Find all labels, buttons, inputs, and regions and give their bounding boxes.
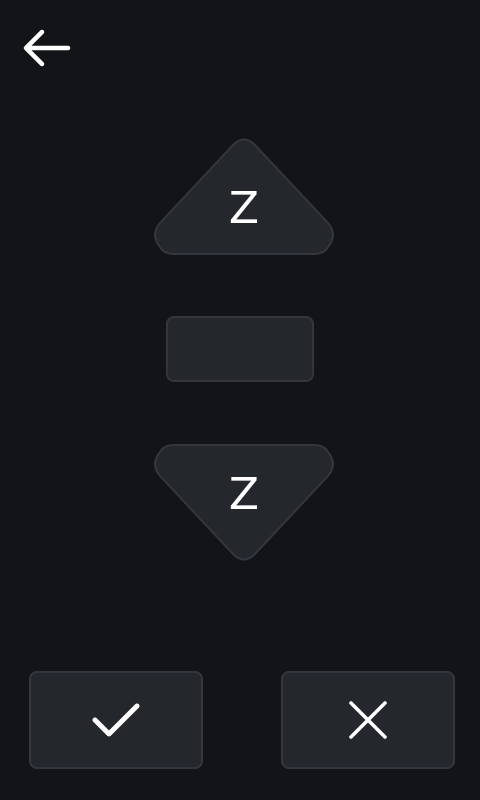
close-icon	[349, 701, 387, 739]
z-down-label: Z	[228, 469, 260, 520]
back-button[interactable]	[18, 24, 74, 72]
cancel-button[interactable]	[281, 671, 455, 769]
z-up-label: Z	[228, 183, 260, 234]
check-icon	[92, 703, 140, 737]
arrow-left-icon	[23, 29, 71, 67]
z-down-button[interactable]: Z	[150, 441, 338, 563]
z-up-button[interactable]: Z	[150, 137, 338, 259]
z-value-display	[166, 316, 314, 382]
confirm-button[interactable]	[29, 671, 203, 769]
